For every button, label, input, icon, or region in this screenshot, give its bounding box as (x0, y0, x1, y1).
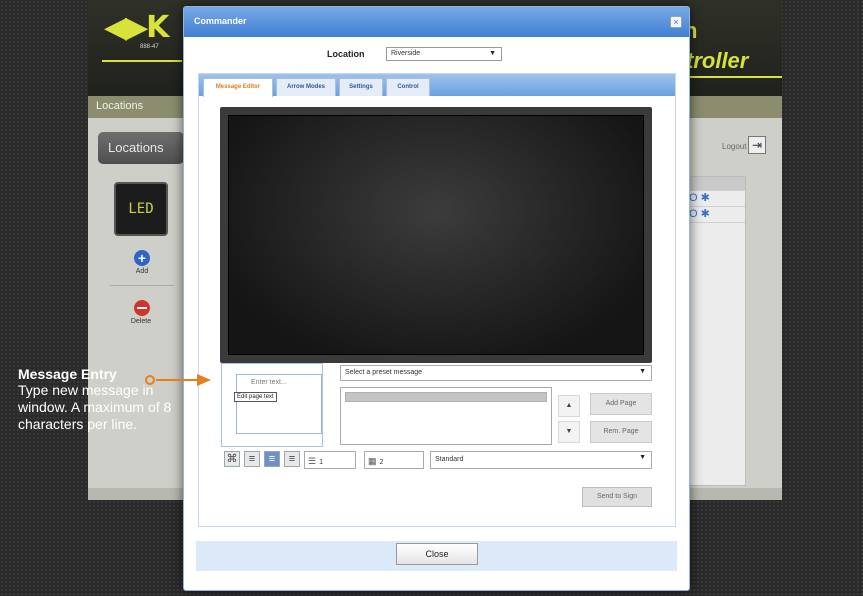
close-icon[interactable]: × (670, 16, 682, 28)
tab-arrow-modes[interactable]: Arrow Modes (276, 78, 336, 96)
list-item[interactable]: O ✱ (683, 191, 745, 207)
dialog-title: Commander (194, 16, 247, 26)
led-sign-button[interactable]: LED (114, 182, 168, 236)
tab-settings[interactable]: Settings (339, 78, 383, 96)
entry-tooltip: Edit page text (234, 392, 277, 402)
send-to-sign-button[interactable]: Send to Sign (582, 487, 652, 507)
line-spacing-icon: ☰ (308, 456, 317, 466)
align-left-icon[interactable]: ≡ (244, 451, 260, 467)
app-title-line-2: troller (686, 48, 749, 73)
tab-message-editor[interactable]: Message Editor (203, 78, 273, 97)
dialog-titlebar: Commander × (184, 7, 689, 37)
annotation-callout: Message Entry Type new message in window… (18, 366, 188, 433)
char-spacing-field[interactable]: ▦ 2 (364, 451, 424, 469)
annotation-dot (145, 375, 155, 385)
tab-strip: Message Editor Arrow Modes Settings Cont… (199, 74, 675, 97)
commander-dialog: Commander × Location Riverside ▼ Message… (183, 6, 690, 591)
preset-placeholder: Select a preset message (345, 369, 423, 376)
font-value: Standard (435, 456, 464, 463)
sign-list: O ✱ O ✱ (682, 176, 746, 486)
annotation-line (156, 379, 198, 381)
locations-button[interactable]: Locations (98, 132, 184, 164)
location-select[interactable]: Riverside ▼ (386, 47, 502, 61)
delete-icon[interactable] (134, 300, 150, 316)
char-spacing-value: 2 (379, 459, 384, 466)
brand-phone: 888-47 (140, 44, 159, 50)
preset-message-select[interactable]: Select a preset message ▼ (340, 365, 652, 381)
annotation-body: Type new message in window. A maximum of… (18, 382, 172, 432)
logout-link[interactable]: Logout (722, 142, 746, 151)
divider (110, 285, 174, 286)
message-entry-input[interactable]: Enter text... Edit page text (234, 374, 322, 434)
align-right-icon[interactable]: ≡ (284, 451, 300, 467)
sign-preview-screen (220, 107, 652, 363)
add-page-button[interactable]: Add Page (590, 393, 652, 415)
tab-control[interactable]: Control (386, 78, 430, 96)
close-button[interactable]: Close (396, 543, 478, 565)
fit-icon[interactable]: ⌘ (224, 451, 240, 467)
move-up-button[interactable]: ▲ (558, 395, 580, 417)
move-down-button[interactable]: ▼ (558, 421, 580, 443)
align-center-icon[interactable]: ≡ (264, 451, 280, 467)
brand-underline (102, 60, 182, 62)
add-icon[interactable]: + (134, 250, 150, 266)
location-value: Riverside (391, 50, 421, 57)
brand-logo: ◀▶K (104, 10, 169, 45)
page-list[interactable] (340, 387, 552, 445)
list-item[interactable]: O ✱ (683, 207, 745, 223)
message-entry-box: Enter text... Edit page text (221, 363, 323, 447)
annotation-arrow-icon (197, 374, 211, 386)
font-select[interactable]: Standard ▼ (430, 451, 652, 469)
char-spacing-icon: ▦ (368, 456, 377, 466)
chevron-down-icon: ▼ (639, 368, 646, 375)
location-label: Location (327, 49, 365, 59)
sign-preview-display (228, 115, 644, 355)
chevron-down-icon: ▼ (489, 50, 496, 57)
title-underline (686, 76, 782, 78)
remove-page-button[interactable]: Rem. Page (590, 421, 652, 443)
entry-placeholder: Enter text... (251, 379, 287, 386)
delete-label: Delete (130, 318, 152, 325)
list-header (683, 177, 745, 191)
add-label: Add (135, 268, 149, 275)
list-item[interactable] (345, 392, 547, 402)
line-spacing-field[interactable]: ☰ 1 (304, 451, 356, 469)
line-spacing-value: 1 (319, 459, 323, 466)
nav-locations-link[interactable]: Locations (96, 100, 143, 112)
logout-icon[interactable]: ⇥ (748, 136, 766, 154)
chevron-down-icon: ▼ (639, 454, 646, 461)
